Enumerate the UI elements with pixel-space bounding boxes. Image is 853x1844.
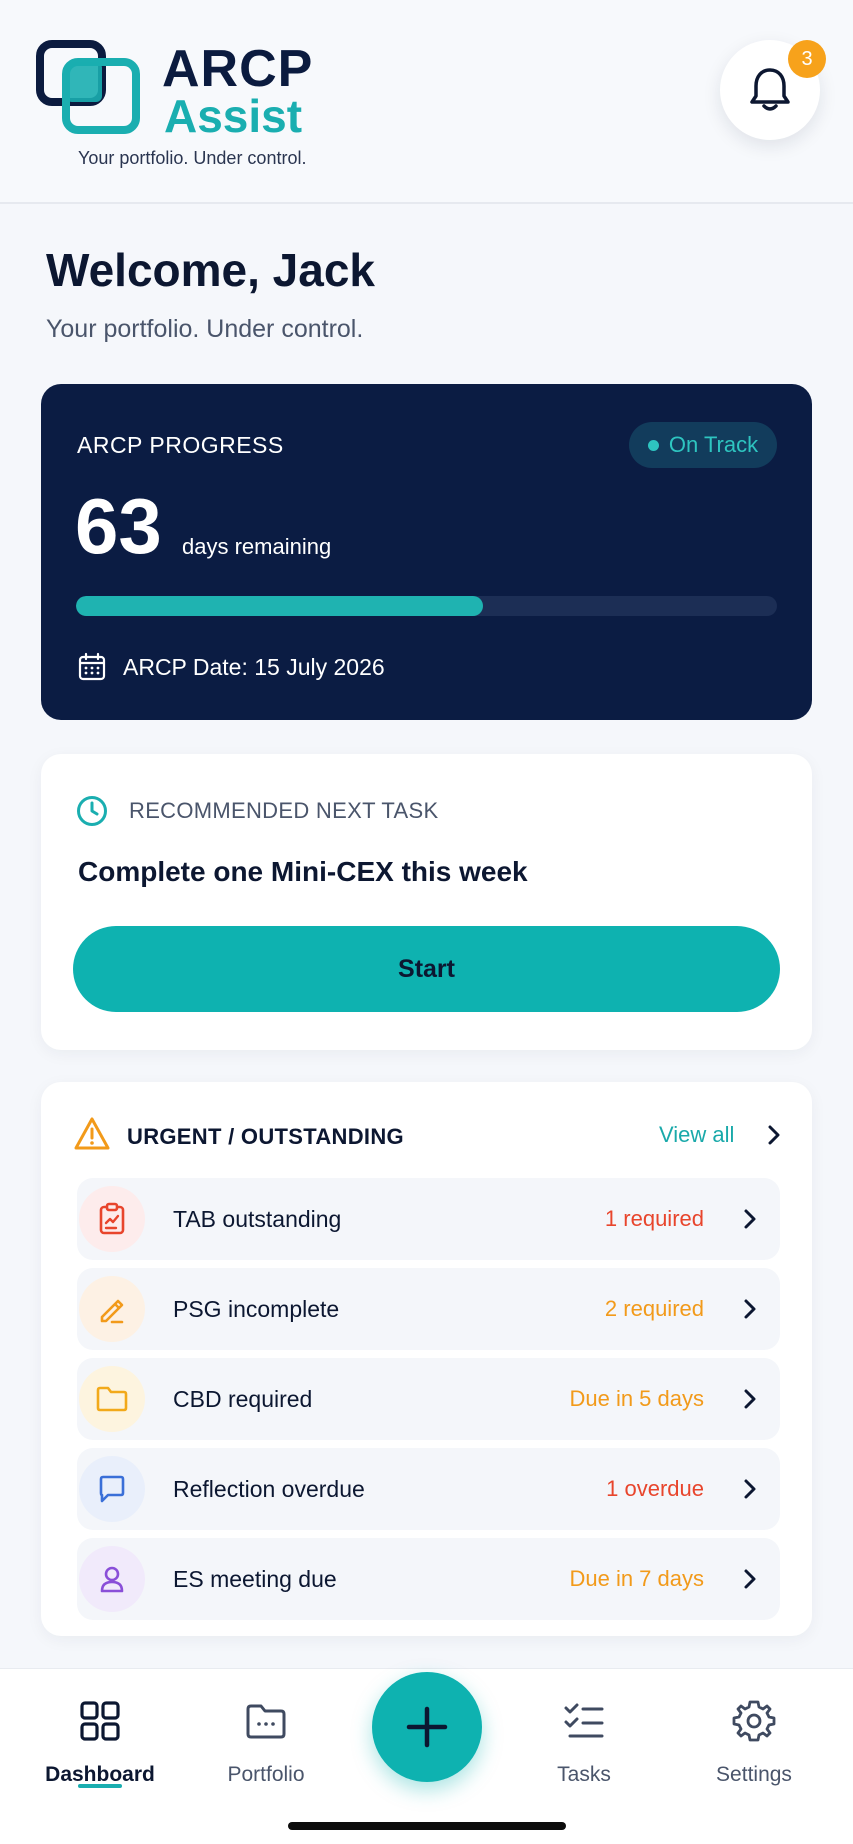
status-badge: On Track bbox=[629, 422, 777, 468]
nav-portfolio[interactable]: Portfolio bbox=[196, 1699, 336, 1787]
urgent-item-label: TAB outstanding bbox=[173, 1206, 342, 1232]
urgent-outstanding-card: URGENT / OUTSTANDING View all TAB outsta… bbox=[41, 1082, 812, 1636]
gear-icon bbox=[732, 1700, 776, 1742]
recommended-label: RECOMMENDED NEXT TASK bbox=[129, 798, 439, 823]
days-remaining-count: 63 bbox=[75, 482, 162, 570]
clock-icon bbox=[77, 796, 107, 826]
urgent-item-label: ES meeting due bbox=[173, 1566, 337, 1592]
progress-bar-fill bbox=[76, 596, 483, 616]
brand-tagline: Your portfolio. Under control. bbox=[78, 148, 307, 168]
chevron-right-icon bbox=[744, 1569, 756, 1589]
urgent-item-cbd[interactable]: CBD required Due in 5 days bbox=[77, 1358, 780, 1440]
warning-icon bbox=[74, 1117, 110, 1150]
nav-active-indicator bbox=[78, 1784, 122, 1788]
chevron-right-icon bbox=[744, 1299, 756, 1319]
urgent-item-status: Due in 7 days bbox=[569, 1566, 704, 1591]
bell-icon bbox=[750, 68, 790, 111]
days-remaining-label: days remaining bbox=[182, 534, 332, 559]
progress-bar bbox=[76, 596, 777, 616]
urgent-list: TAB outstanding 1 required PSG incomplet… bbox=[77, 1178, 780, 1628]
user-icon bbox=[79, 1546, 145, 1612]
calendar-icon bbox=[78, 652, 106, 681]
folder-icon bbox=[246, 1704, 286, 1739]
nav-settings[interactable]: Settings bbox=[684, 1699, 824, 1787]
chat-icon bbox=[79, 1456, 145, 1522]
urgent-item-psg[interactable]: PSG incomplete 2 required bbox=[77, 1268, 780, 1350]
folder-icon bbox=[79, 1366, 145, 1432]
urgent-item-label: CBD required bbox=[173, 1386, 313, 1412]
chevron-right-icon bbox=[744, 1209, 756, 1229]
nav-label: Portfolio bbox=[227, 1763, 305, 1786]
arcp-progress-card: ARCP PROGRESS On Track 63 days remaining… bbox=[41, 384, 812, 720]
plus-icon bbox=[406, 1706, 448, 1748]
urgent-item-status: 1 required bbox=[604, 1206, 704, 1231]
brand-name-secondary: Assist bbox=[164, 90, 303, 142]
urgent-item-status: 2 required bbox=[604, 1296, 704, 1321]
add-button[interactable] bbox=[372, 1672, 482, 1782]
nav-label: Settings bbox=[716, 1763, 792, 1786]
view-all-link[interactable]: View all bbox=[659, 1122, 734, 1148]
urgent-item-es-meeting[interactable]: ES meeting due Due in 7 days bbox=[77, 1538, 780, 1620]
progress-label: ARCP PROGRESS bbox=[77, 432, 284, 458]
notification-badge: 3 bbox=[788, 40, 826, 78]
chevron-right-icon bbox=[744, 1479, 756, 1499]
chevron-right-icon bbox=[744, 1389, 756, 1409]
logo-icon bbox=[36, 40, 140, 134]
page-title: Welcome, Jack bbox=[46, 244, 376, 296]
start-button[interactable]: Start bbox=[73, 926, 780, 1012]
urgent-item-status: 1 overdue bbox=[606, 1476, 704, 1501]
urgent-item-reflection[interactable]: Reflection overdue 1 overdue bbox=[77, 1448, 780, 1530]
recommended-task-card: RECOMMENDED NEXT TASK Complete one Mini-… bbox=[41, 754, 812, 1050]
urgent-item-label: Reflection overdue bbox=[173, 1476, 365, 1502]
urgent-item-label: PSG incomplete bbox=[173, 1296, 340, 1322]
arcp-date: ARCP Date: 15 July 2026 bbox=[123, 654, 385, 680]
urgent-item-status: Due in 5 days bbox=[569, 1386, 704, 1411]
chevron-right-icon[interactable] bbox=[763, 1122, 785, 1148]
urgent-item-tab[interactable]: TAB outstanding 1 required bbox=[77, 1178, 780, 1260]
page-subtitle: Your portfolio. Under control. bbox=[46, 315, 364, 343]
nav-tasks[interactable]: Tasks bbox=[514, 1699, 654, 1787]
status-text: On Track bbox=[668, 432, 759, 457]
status-dot-icon bbox=[647, 439, 659, 451]
checklist-icon bbox=[564, 1703, 604, 1738]
grid-icon bbox=[80, 1701, 120, 1741]
recommended-task-title: Complete one Mini-CEX this week bbox=[78, 856, 528, 887]
pencil-icon bbox=[79, 1276, 145, 1342]
urgent-label: URGENT / OUTSTANDING bbox=[127, 1124, 404, 1149]
clipboard-icon bbox=[79, 1186, 145, 1252]
nav-dashboard[interactable]: Dashboard bbox=[30, 1699, 170, 1787]
home-indicator bbox=[288, 1822, 566, 1830]
brand-name: ARCP bbox=[162, 40, 314, 98]
nav-label: Tasks bbox=[557, 1763, 611, 1786]
